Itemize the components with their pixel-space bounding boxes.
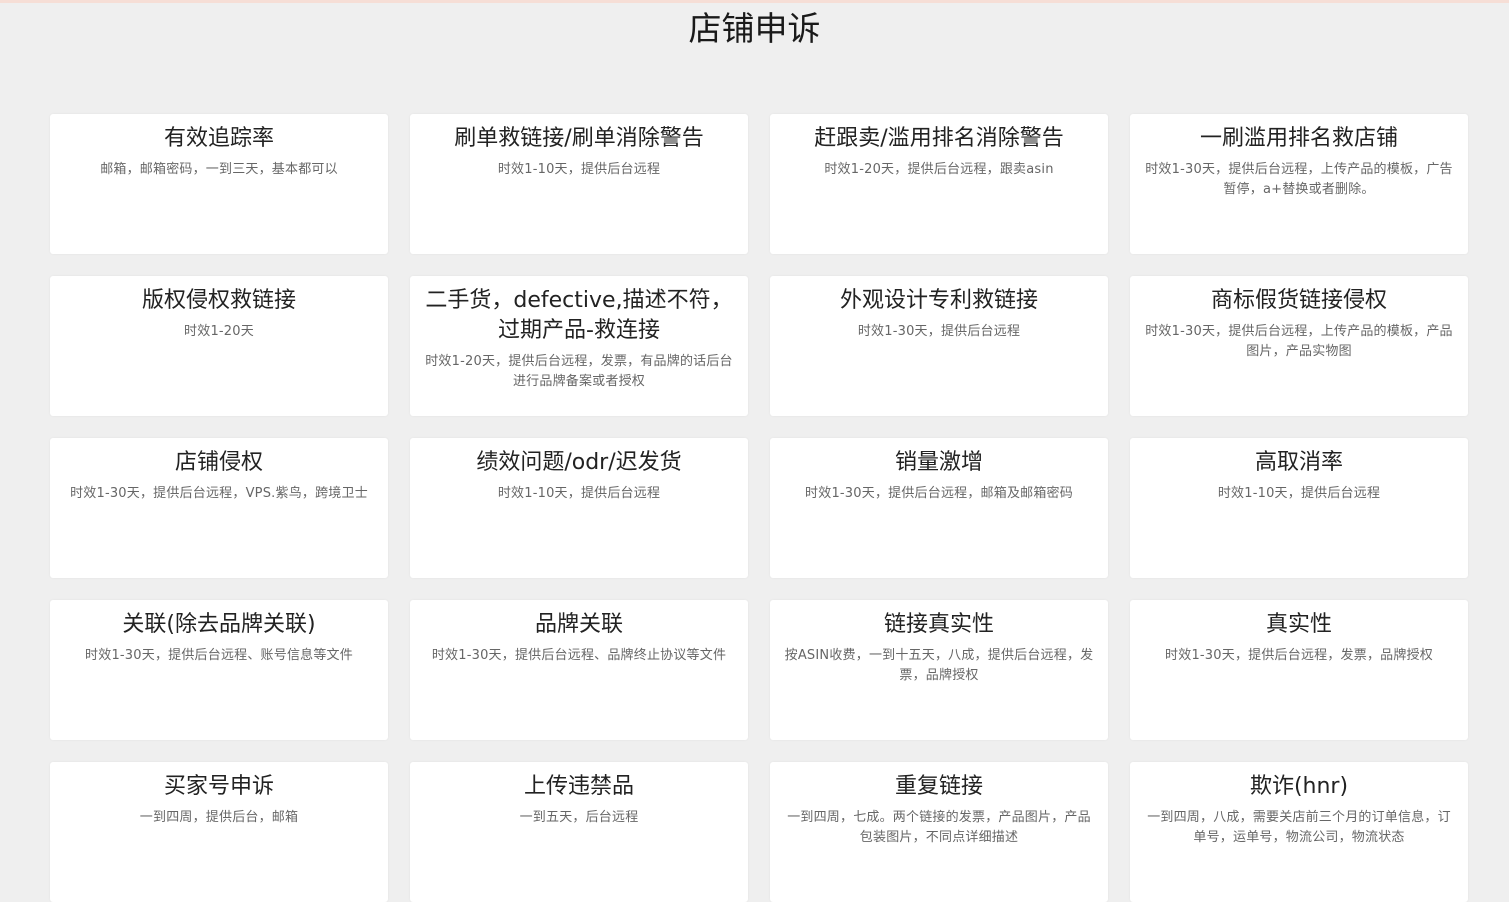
service-card[interactable]: 上传违禁品 一到五天，后台远程: [410, 762, 748, 902]
card-title: 销量激增: [894, 450, 983, 475]
card-description: 时效1-20天，提供后台远程，跟卖asin: [824, 162, 1054, 177]
card-description: 按ASIN收费，一到十五天，八成，提供后台远程，发票，品牌授权: [784, 648, 1094, 683]
card-title: 欺诈(hnr): [1249, 774, 1349, 799]
card-title: 二手货，defective,描述不符，过期产品-救连接: [425, 288, 733, 343]
page-title: 店铺申诉: [688, 9, 821, 48]
service-card[interactable]: 外观设计专利救链接 时效1-30天，提供后台远程: [770, 276, 1108, 416]
card-description: 时效1-30天，提供后台远程，邮箱及邮箱密码: [805, 486, 1073, 501]
card-description: 一到四周，七成。两个链接的发票，产品图片，产品包装图片，不同点详细描述: [787, 810, 1091, 845]
service-card[interactable]: 链接真实性 按ASIN收费，一到十五天，八成，提供后台远程，发票，品牌授权: [770, 600, 1108, 740]
card-description: 时效1-10天，提供后台远程: [497, 486, 661, 501]
card-description: 时效1-20天，提供后台远程，发票，有品牌的话后台进行品牌备案或者授权: [425, 354, 733, 389]
card-description: 时效1-30天，提供后台远程、账号信息等文件: [85, 648, 353, 663]
card-title: 赶跟卖/滥用排名消除警告: [814, 126, 1064, 151]
card-description: 时效1-30天，提供后台远程，上传产品的模板，产品图片，产品实物图: [1145, 324, 1453, 359]
service-card[interactable]: 品牌关联 时效1-30天，提供后台远程、品牌终止协议等文件: [410, 600, 748, 740]
service-card[interactable]: 二手货，defective,描述不符，过期产品-救连接 时效1-20天，提供后台…: [410, 276, 748, 416]
service-card[interactable]: 绩效问题/odr/迟发货 时效1-10天，提供后台远程: [410, 438, 748, 578]
service-card[interactable]: 真实性 时效1-30天，提供后台远程，发票，品牌授权: [1130, 600, 1468, 740]
service-card-grid: 有效追踪率 邮箱，邮箱密码，一到三天，基本都可以 刷单救链接/刷单消除警告 时效…: [50, 114, 1468, 902]
card-title: 上传违禁品: [523, 774, 634, 799]
service-card[interactable]: 重复链接 一到四周，七成。两个链接的发票，产品图片，产品包装图片，不同点详细描述: [770, 762, 1108, 902]
card-description: 时效1-20天: [184, 324, 254, 339]
card-description: 时效1-30天，提供后台远程、品牌终止协议等文件: [431, 648, 727, 663]
card-title: 一刷滥用排名救店铺: [1199, 126, 1398, 151]
card-title: 有效追踪率: [163, 126, 274, 151]
service-card[interactable]: 买家号申诉 一到四周，提供后台，邮箱: [50, 762, 388, 902]
card-title: 链接真实性: [883, 612, 994, 637]
card-title: 刷单救链接/刷单消除警告: [454, 126, 704, 151]
card-description: 邮箱，邮箱密码，一到三天，基本都可以: [100, 162, 338, 177]
service-card[interactable]: 高取消率 时效1-10天，提供后台远程: [1130, 438, 1468, 578]
card-description: 时效1-30天，提供后台远程: [857, 324, 1021, 339]
card-title: 买家号申诉: [163, 774, 274, 799]
card-title: 绩效问题/odr/迟发货: [476, 450, 682, 475]
service-card[interactable]: 销量激增 时效1-30天，提供后台远程，邮箱及邮箱密码: [770, 438, 1108, 578]
service-card[interactable]: 有效追踪率 邮箱，邮箱密码，一到三天，基本都可以: [50, 114, 388, 254]
service-card[interactable]: 赶跟卖/滥用排名消除警告 时效1-20天，提供后台远程，跟卖asin: [770, 114, 1108, 254]
card-title: 店铺侵权: [174, 450, 263, 475]
card-description: 一到五天，后台远程: [519, 810, 639, 825]
service-card[interactable]: 欺诈(hnr) 一到四周，八成，需要关店前三个月的订单信息，订单号，运单号，物流…: [1130, 762, 1468, 902]
card-description: 时效1-10天，提供后台远程: [497, 162, 661, 177]
card-title: 真实性: [1265, 612, 1332, 637]
card-description: 一到四周，八成，需要关店前三个月的订单信息，订单号，运单号，物流公司，物流状态: [1147, 810, 1451, 845]
service-card[interactable]: 店铺侵权 时效1-30天，提供后台远程，VPS.紫鸟，跨境卫士: [50, 438, 388, 578]
service-card[interactable]: 一刷滥用排名救店铺 时效1-30天，提供后台远程，上传产品的模板，广告暂停，a+…: [1130, 114, 1468, 254]
card-description: 时效1-30天，提供后台远程，VPS.紫鸟，跨境卫士: [70, 486, 368, 501]
service-card[interactable]: 关联(除去品牌关联) 时效1-30天，提供后台远程、账号信息等文件: [50, 600, 388, 740]
card-title: 外观设计专利救链接: [839, 288, 1038, 313]
card-title: 版权侵权救链接: [141, 288, 296, 313]
card-title: 高取消率: [1254, 450, 1343, 475]
top-accent-strip: [0, 0, 1509, 3]
card-title: 品牌关联: [534, 612, 623, 637]
service-card[interactable]: 商标假货链接侵权 时效1-30天，提供后台远程，上传产品的模板，产品图片，产品实…: [1130, 276, 1468, 416]
card-description: 一到四周，提供后台，邮箱: [139, 810, 299, 825]
card-title: 关联(除去品牌关联): [122, 612, 316, 637]
service-card[interactable]: 刷单救链接/刷单消除警告 时效1-10天，提供后台远程: [410, 114, 748, 254]
card-description: 时效1-30天，提供后台远程，上传产品的模板，广告暂停，a+替换或者删除。: [1145, 162, 1453, 197]
card-title: 商标假货链接侵权: [1210, 288, 1387, 313]
card-description: 时效1-30天，提供后台远程，发票，品牌授权: [1165, 648, 1433, 663]
card-description: 时效1-10天，提供后台远程: [1217, 486, 1381, 501]
service-card[interactable]: 版权侵权救链接 时效1-20天: [50, 276, 388, 416]
card-title: 重复链接: [894, 774, 983, 799]
